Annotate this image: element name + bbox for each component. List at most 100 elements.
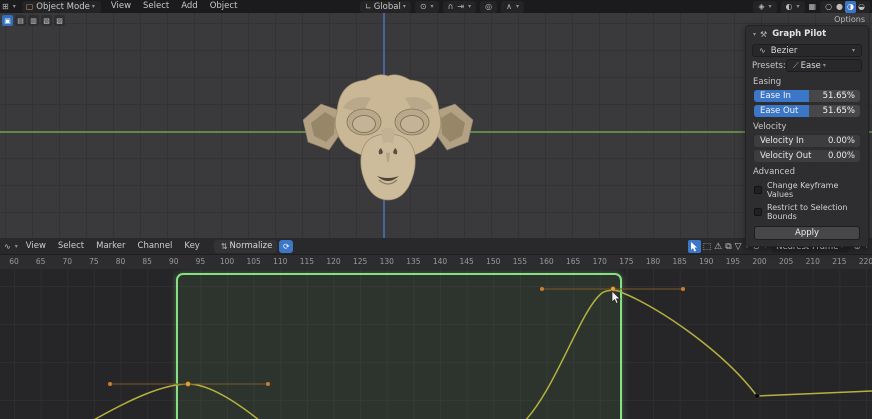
fcurve-canvas[interactable] [0, 269, 872, 419]
graph-menu-view[interactable]: View [20, 240, 52, 253]
auto-normalize-button[interactable]: ⟳ [279, 240, 293, 253]
select-mode-icon-1[interactable]: ▣ [2, 15, 13, 26]
section-easing: Easing [753, 77, 861, 87]
filter-funnel-icon[interactable]: ▽ [734, 242, 743, 252]
shading-rendered-icon[interactable]: ◒ [856, 1, 867, 13]
transform-orientation-dropdown[interactable]: ∟ Global ▾ [360, 1, 411, 13]
select-mode-icon-4[interactable]: ▧ [41, 15, 52, 26]
editor-type-selector-icon[interactable]: ⊞ [0, 0, 11, 13]
proportional-circle-icon: ◎ [483, 0, 494, 13]
graph-menu-select[interactable]: Select [52, 240, 90, 253]
falloff-curve-icon: ∧ [504, 0, 514, 13]
fcurve-path[interactable] [85, 290, 872, 419]
handle-point[interactable] [108, 382, 112, 386]
checkbox-change-keyframe-values[interactable]: Change Keyframe Values [754, 181, 860, 199]
mouse-cursor-icon [612, 291, 620, 303]
suzanne-monkey-mesh[interactable] [293, 68, 483, 213]
frame-tick-label: 145 [459, 257, 473, 266]
select-mode-icon-3[interactable]: ▥ [28, 15, 39, 26]
frame-tick-label: 125 [353, 257, 367, 266]
pivot-point-dropdown[interactable]: ⊙ ▾ [415, 1, 439, 13]
handle-point[interactable] [540, 287, 544, 291]
keyframe-point[interactable] [611, 287, 616, 292]
viewport-overlay-toolbar: ▣ ▤ ▥ ▧ ▨ [2, 15, 65, 26]
select-mode-icon-5[interactable]: ▨ [54, 15, 65, 26]
shading-mode-group: ○ ● ◑ ◒ [820, 1, 870, 13]
keyframe-point[interactable] [186, 382, 191, 387]
proportional-editing-toggle[interactable]: ◎ [480, 1, 497, 13]
options-button[interactable]: Options [834, 15, 865, 24]
editor-type-selector-icon[interactable]: ∿ [2, 240, 13, 253]
select-mode-icon-2[interactable]: ▤ [15, 15, 26, 26]
linear-slope-icon: ⟋ [791, 59, 801, 72]
chevron-down-icon: ▾ [90, 3, 97, 10]
3d-viewport[interactable] [0, 13, 872, 238]
graph-menubar: ViewSelectMarkerChannelKey [20, 240, 206, 253]
normalize-toggle[interactable]: ⇅ Normalize [214, 240, 278, 253]
chevron-down-icon: ▾ [11, 3, 18, 10]
frame-tick-label: 70 [62, 257, 72, 266]
menu-select[interactable]: Select [137, 0, 175, 13]
frame-scrub-bar[interactable]: 6065707580859095100105110115120125130135… [0, 255, 872, 269]
frame-tick-label: 120 [326, 257, 340, 266]
menu-add[interactable]: Add [175, 0, 203, 13]
frame-tick-label: 90 [169, 257, 179, 266]
snapping-dropdown[interactable]: ∩ ⇥ ▾ [443, 1, 477, 13]
frame-tick-label: 200 [752, 257, 766, 266]
section-advanced: Advanced [753, 167, 861, 177]
magnet-icon: ∩ [446, 0, 456, 13]
frame-tick-label: 150 [486, 257, 500, 266]
section-velocity: Velocity [753, 122, 861, 132]
tweak-tool-button[interactable] [688, 240, 701, 253]
chevron-down-icon: ▾ [850, 47, 857, 54]
frame-tick-label: 75 [89, 257, 99, 266]
menu-object[interactable]: Object [204, 0, 244, 13]
slider-ease-out[interactable]: Ease Out51.65% [754, 105, 860, 117]
panel-collapse-icon[interactable]: ▾ [751, 31, 758, 38]
frame-tick-label: 105 [246, 257, 260, 266]
shading-wireframe-icon[interactable]: ○ [823, 1, 834, 13]
menu-view[interactable]: View [105, 0, 137, 13]
apply-button[interactable]: Apply [754, 226, 860, 240]
warning-icon[interactable]: ⚠ [713, 242, 723, 252]
checkbox-icon [754, 208, 762, 216]
handle-point[interactable] [681, 287, 685, 291]
shading-material-icon[interactable]: ◑ [845, 1, 856, 13]
graph-menu-key[interactable]: Key [178, 240, 205, 253]
slider-ease-in[interactable]: Ease In51.65% [754, 90, 860, 102]
graph-menu-marker[interactable]: Marker [90, 240, 131, 253]
field-velocity-in[interactable]: Velocity In0.00% [754, 135, 860, 147]
frame-tick-label: 160 [539, 257, 553, 266]
easing-sliders: Ease In51.65% Ease Out51.65% [746, 90, 868, 117]
handle-point[interactable] [266, 382, 270, 386]
cursor-arrow-icon [690, 242, 698, 252]
box-select-icon[interactable]: ⬚ [702, 242, 713, 252]
chevron-down-icon: ▾ [514, 3, 521, 10]
xray-toggle-icon[interactable]: ▦ [807, 0, 819, 13]
frame-tick-label: 155 [513, 257, 527, 266]
panel-title: Graph Pilot [772, 29, 826, 39]
field-velocity-out[interactable]: Velocity Out0.00% [754, 150, 860, 162]
frame-tick-label: 60 [9, 257, 19, 266]
object-mode-icon: ▢ [26, 2, 34, 11]
blender-window: ⊞ ▾ ▢ Object Mode ▾ ViewSelectAddObject … [0, 0, 872, 419]
copy-icon[interactable]: ⧉ [724, 242, 732, 252]
chevron-down-icon: ▾ [429, 3, 436, 10]
falloff-dropdown[interactable]: ∧ ▾ [501, 1, 524, 13]
mode-label: Object Mode [36, 2, 90, 12]
advanced-checkboxes: Change Keyframe Values Restrict to Select… [746, 181, 868, 221]
mode-dropdown[interactable]: ▢ Object Mode ▾ [22, 1, 101, 13]
keyframe-point[interactable] [755, 394, 760, 399]
checkbox-restrict-to-selection-bounds[interactable]: Restrict to Selection Bounds [754, 203, 860, 221]
normalize-icon: ⇅ [219, 240, 230, 253]
gizmos-dropdown[interactable]: ◈ ▾ [753, 1, 776, 13]
orientation-axis-icon: ∟ [363, 0, 374, 13]
graph-pilot-panel: ▾ ⚒ Graph Pilot ∿ Bezier ▾ Presets: ⟋ Ea… [745, 25, 869, 247]
frame-tick-label: 190 [699, 257, 713, 266]
shading-solid-icon[interactable]: ● [834, 1, 845, 13]
graph-menu-channel[interactable]: Channel [132, 240, 179, 253]
preset-dropdown[interactable]: ⟋ Ease ▾ [786, 59, 862, 72]
overlays-dropdown[interactable]: ◐ ▾ [781, 1, 805, 13]
overlays-icon: ◐ [784, 0, 795, 13]
interpolation-dropdown[interactable]: ∿ Bezier ▾ [752, 44, 862, 57]
